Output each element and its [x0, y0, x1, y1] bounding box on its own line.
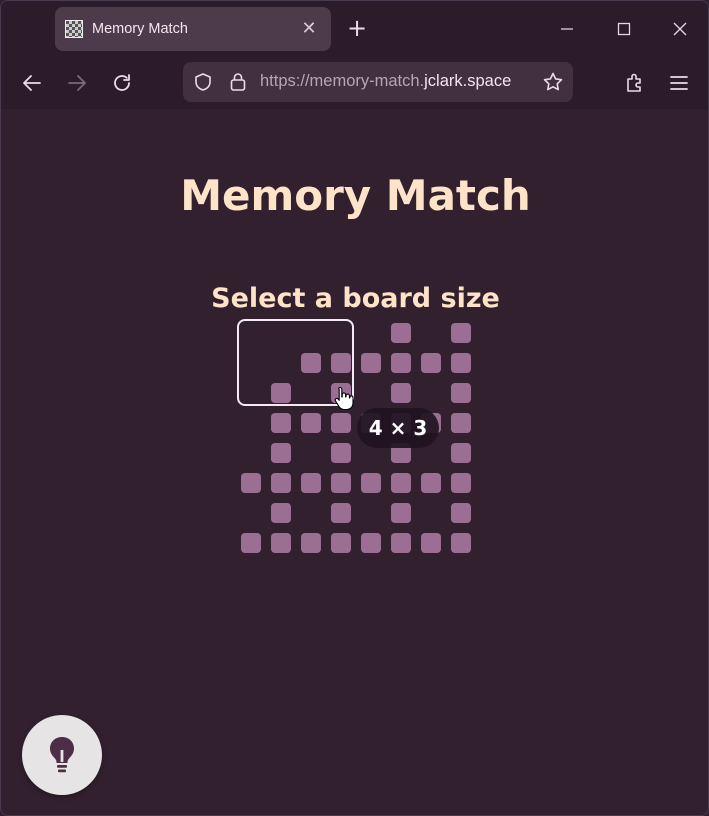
board-size-cell[interactable]	[391, 473, 411, 493]
board-size-cell[interactable]	[241, 473, 261, 493]
board-size-cell[interactable]	[421, 533, 441, 553]
forward-arrow-icon[interactable]	[65, 71, 89, 95]
board-size-cell[interactable]	[451, 383, 471, 403]
tab-memory-match[interactable]: Memory Match ✕	[55, 7, 331, 51]
board-size-prompt: Select a board size	[211, 283, 500, 314]
board-size-cell[interactable]	[391, 383, 411, 403]
board-size-cell[interactable]	[271, 533, 291, 553]
board-size-cell[interactable]	[421, 353, 441, 373]
board-size-cell[interactable]	[361, 353, 381, 373]
board-size-cell[interactable]	[331, 413, 351, 433]
board-size-cell[interactable]	[451, 533, 471, 553]
new-tab-icon[interactable]: +	[346, 16, 368, 40]
board-size-cell[interactable]	[451, 443, 471, 463]
board-size-cell[interactable]	[271, 473, 291, 493]
board-size-cell[interactable]	[391, 353, 411, 373]
board-size-cell[interactable]	[451, 353, 471, 373]
board-size-cell[interactable]	[391, 323, 411, 343]
url-prefix: https://memory-match.	[260, 72, 425, 90]
board-size-cell[interactable]	[271, 503, 291, 523]
title-bar: Memory Match ✕ +	[1, 1, 708, 57]
checkerboard-favicon-icon	[65, 20, 83, 38]
board-size-cell[interactable]	[361, 533, 381, 553]
board-size-cell[interactable]	[361, 473, 381, 493]
maximize-icon[interactable]	[614, 19, 634, 39]
board-size-cell[interactable]	[271, 413, 291, 433]
board-size-cell[interactable]	[301, 473, 321, 493]
page-title: Memory Match	[180, 171, 531, 220]
board-size-cell[interactable]	[451, 473, 471, 493]
browser-window: Memory Match ✕ + https://memory-match.jc…	[0, 0, 709, 816]
url-text[interactable]: https://memory-match.jclark.space	[260, 72, 511, 91]
board-size-cell[interactable]	[331, 503, 351, 523]
board-size-cell[interactable]	[331, 473, 351, 493]
bookmark-star-icon[interactable]	[542, 71, 564, 93]
lock-icon[interactable]	[228, 71, 248, 93]
close-window-icon[interactable]	[670, 19, 690, 39]
hand-pointer-cursor-icon	[334, 386, 354, 411]
board-size-cell[interactable]	[391, 533, 411, 553]
reload-icon[interactable]	[110, 71, 134, 95]
size-tooltip-label: 4 × 3	[368, 416, 428, 440]
address-bar[interactable]: https://memory-match.jclark.space	[183, 62, 573, 102]
hint-button[interactable]	[22, 715, 102, 795]
shield-icon[interactable]	[193, 72, 213, 92]
back-arrow-icon[interactable]	[20, 71, 44, 95]
board-size-cell[interactable]	[451, 323, 471, 343]
board-size-cell[interactable]	[241, 533, 261, 553]
page-content: Memory Match Select a board size 4 × 3	[1, 109, 708, 815]
board-size-cell[interactable]	[271, 443, 291, 463]
board-size-cell[interactable]	[391, 503, 411, 523]
close-tab-icon[interactable]: ✕	[299, 19, 319, 39]
board-size-cell[interactable]	[301, 413, 321, 433]
board-size-cell[interactable]	[301, 533, 321, 553]
board-size-cell[interactable]	[331, 533, 351, 553]
extensions-puzzle-icon[interactable]	[623, 71, 647, 95]
url-host: jclark.space	[424, 72, 512, 90]
menu-hamburger-icon[interactable]	[667, 71, 691, 95]
lightbulb-icon	[50, 737, 74, 773]
board-size-cell[interactable]	[451, 503, 471, 523]
board-size-cell[interactable]	[421, 473, 441, 493]
board-size-cell[interactable]	[331, 443, 351, 463]
tab-title: Memory Match	[92, 21, 188, 37]
board-size-cell[interactable]	[451, 413, 471, 433]
minimize-icon[interactable]	[557, 19, 577, 39]
